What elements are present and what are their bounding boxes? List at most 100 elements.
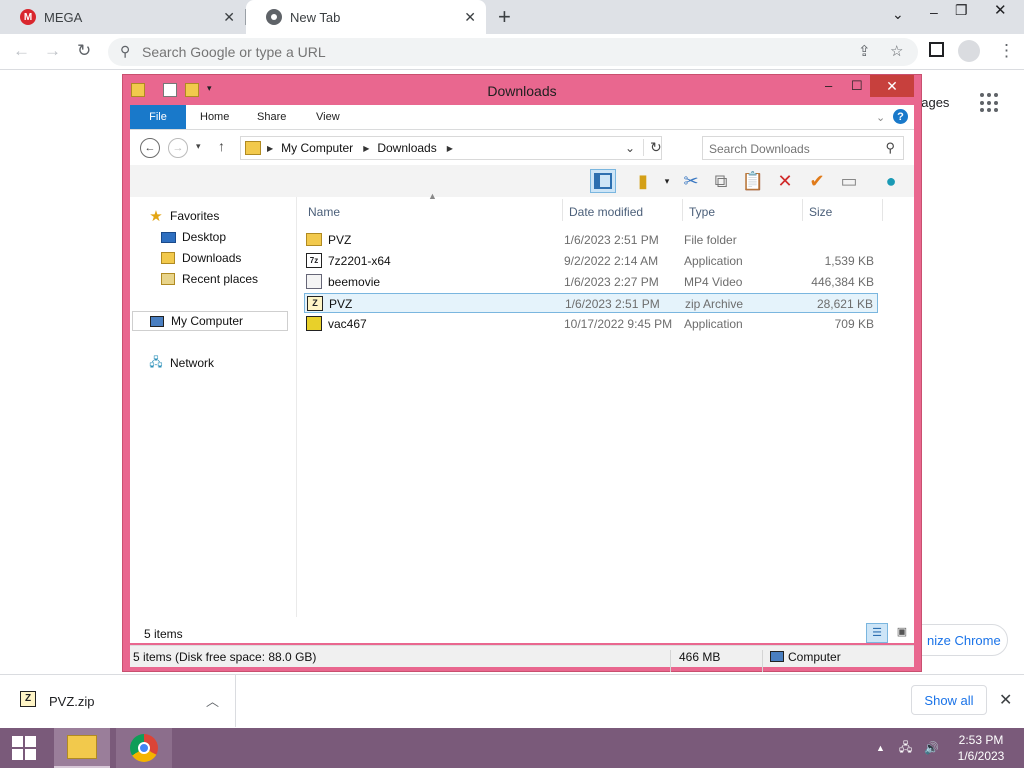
bookmark-star-icon[interactable]: ☆ (890, 42, 903, 60)
file-date: 1/6/2023 2:51 PM (564, 233, 659, 247)
address-dropdown-icon[interactable]: ⌄ (625, 141, 635, 155)
tab-view[interactable]: View (316, 105, 340, 129)
search-downloads-box[interactable]: ⚲ (702, 136, 904, 160)
column-header-type[interactable]: Type (689, 205, 715, 219)
breadcrumb-chevron-icon[interactable]: ▶ (267, 144, 273, 153)
paste-icon[interactable]: 📋 (740, 169, 766, 193)
ribbon-expand-chevron-icon[interactable]: ⌄ (876, 105, 885, 129)
details-view-icon[interactable]: ☰ (866, 623, 888, 643)
help-icon[interactable]: ? (893, 109, 908, 124)
reload-icon[interactable]: ↻ (77, 41, 91, 61)
column-separator[interactable] (882, 199, 883, 221)
close-window-button[interactable]: ✕ (870, 75, 914, 97)
address-bar[interactable]: ▶ My Computer ▶ Downloads ▶ ⌄ ↻ (240, 136, 662, 160)
close-icon[interactable]: ✕ (223, 9, 235, 26)
explorer-title-bar[interactable]: ▾ Downloads ‒ ☐ ✕ (123, 75, 921, 105)
tab-file[interactable]: File (130, 105, 186, 129)
chevron-up-icon[interactable]: ︿ (206, 691, 219, 710)
file-row[interactable]: 7z 7z2201-x64 9/2/2022 2:14 AM Applicati… (304, 251, 878, 271)
apps-grid-icon[interactable] (980, 93, 1000, 113)
forward-icon[interactable]: → (168, 138, 188, 158)
rename-icon[interactable]: ▭ (836, 169, 862, 193)
show-all-button[interactable]: Show all (911, 685, 987, 715)
refresh-icon[interactable]: ↻ (643, 139, 662, 156)
omnibox[interactable]: ⚲ ⇪ ☆ (108, 38, 918, 66)
video-file-icon (306, 274, 322, 289)
status-computer-icon (770, 651, 784, 662)
search-icon[interactable]: ⚲ (885, 140, 895, 156)
file-row[interactable]: beemovie 1/6/2023 2:27 PM MP4 Video 446,… (304, 272, 878, 292)
checkmark-icon[interactable]: ✔ (804, 169, 830, 193)
nav-network[interactable]: 🖧 Network (148, 353, 214, 373)
zip-archive-icon: Z (307, 296, 323, 311)
cut-icon[interactable]: ✂ (678, 169, 704, 193)
start-button[interactable] (4, 728, 44, 768)
nav-my-computer[interactable]: My Computer (132, 311, 288, 331)
tab-search-chevron-icon[interactable]: ⌄ (892, 6, 904, 23)
tab-new-tab[interactable]: New Tab ✕ (246, 0, 486, 34)
file-row[interactable]: vac467 10/17/2022 9:45 PM Application 70… (304, 314, 878, 334)
breadcrumb-chevron-icon[interactable]: ▶ (447, 144, 453, 153)
column-header-name[interactable]: Name (308, 205, 340, 219)
taskbar-chrome[interactable] (116, 728, 172, 768)
up-arrow-icon[interactable]: ↑ (218, 138, 225, 154)
globe-icon[interactable]: ● (878, 169, 904, 193)
nav-recent-places[interactable]: Recent places (160, 269, 258, 289)
nav-label: My Computer (171, 314, 244, 328)
preview-pane-icon[interactable] (590, 169, 616, 193)
minimize-icon[interactable]: ‒ (825, 78, 832, 93)
forward-icon[interactable]: → (44, 41, 61, 61)
pane-divider[interactable] (296, 197, 297, 617)
file-row-selected[interactable]: Z PVZ 1/6/2023 2:51 PM zip Archive 28,62… (304, 293, 878, 313)
download-item[interactable]: Z PVZ.zip ︿ (0, 675, 236, 727)
side-panel-icon[interactable] (929, 42, 944, 57)
close-window-icon[interactable]: ✕ (994, 1, 1007, 19)
download-filename: PVZ.zip (49, 694, 95, 709)
copy-icon[interactable]: ⧉ (708, 169, 734, 193)
maximize-icon[interactable]: ☐ (851, 78, 863, 94)
back-icon[interactable]: ← (13, 41, 30, 61)
new-tab-button[interactable]: + (498, 4, 511, 30)
back-icon[interactable]: ← (140, 138, 160, 158)
nav-desktop[interactable]: Desktop (160, 227, 226, 247)
clock[interactable]: 2:53 PM 1/6/2023 (950, 732, 1012, 764)
taskbar-file-explorer[interactable] (54, 728, 110, 768)
tab-home[interactable]: Home (200, 105, 229, 129)
tab-mega[interactable]: M MEGA ✕ (0, 0, 245, 34)
properties-folder-icon[interactable]: ▮ (630, 169, 656, 193)
breadcrumb-my-computer[interactable]: My Computer (281, 141, 353, 155)
recent-locations-chevron-icon[interactable]: ▾ (196, 141, 201, 152)
share-icon[interactable]: ⇪ (858, 42, 871, 60)
column-separator[interactable] (562, 199, 563, 221)
chrome-icon (130, 734, 158, 762)
breadcrumb-chevron-icon[interactable]: ▶ (363, 144, 369, 153)
show-all-label: Show all (924, 692, 974, 708)
file-name: PVZ (328, 233, 352, 247)
omnibox-input[interactable] (142, 42, 742, 62)
restore-icon[interactable]: ❐ (955, 2, 968, 19)
column-header-date[interactable]: Date modified (569, 205, 643, 219)
file-row[interactable]: PVZ 1/6/2023 2:51 PM File folder (304, 230, 878, 250)
breadcrumb-downloads[interactable]: Downloads (377, 141, 436, 155)
nav-downloads[interactable]: Downloads (160, 248, 241, 268)
close-shelf-icon[interactable]: ✕ (999, 690, 1012, 710)
dropdown-icon[interactable]: ▾ (654, 169, 680, 193)
column-separator[interactable] (802, 199, 803, 221)
network-status-icon[interactable]: 🖧 (899, 738, 912, 759)
close-icon[interactable]: ✕ (464, 9, 476, 26)
delete-icon[interactable]: ✕ (772, 169, 798, 193)
menu-kebab-icon[interactable]: ⋮ (998, 41, 1015, 61)
minimize-icon[interactable]: ‒ (930, 4, 938, 20)
volume-icon[interactable]: 🔊 (924, 741, 939, 755)
large-icons-view-icon[interactable]: ▣ (892, 623, 912, 643)
column-header-size[interactable]: Size (809, 205, 832, 219)
search-input[interactable] (709, 141, 869, 157)
command-toolbar: ▮ ▾ ✂ ⧉ 📋 ✕ ✔ ▭ ● (130, 165, 914, 197)
nav-favorites[interactable]: ★ Favorites (148, 206, 219, 226)
tab-share[interactable]: Share (257, 105, 286, 129)
profile-avatar[interactable] (958, 40, 980, 62)
column-separator[interactable] (682, 199, 683, 221)
window-title: Downloads (487, 83, 557, 99)
show-hidden-icons-icon[interactable]: ▲ (876, 743, 885, 753)
status-size: 466 MB (679, 650, 721, 664)
